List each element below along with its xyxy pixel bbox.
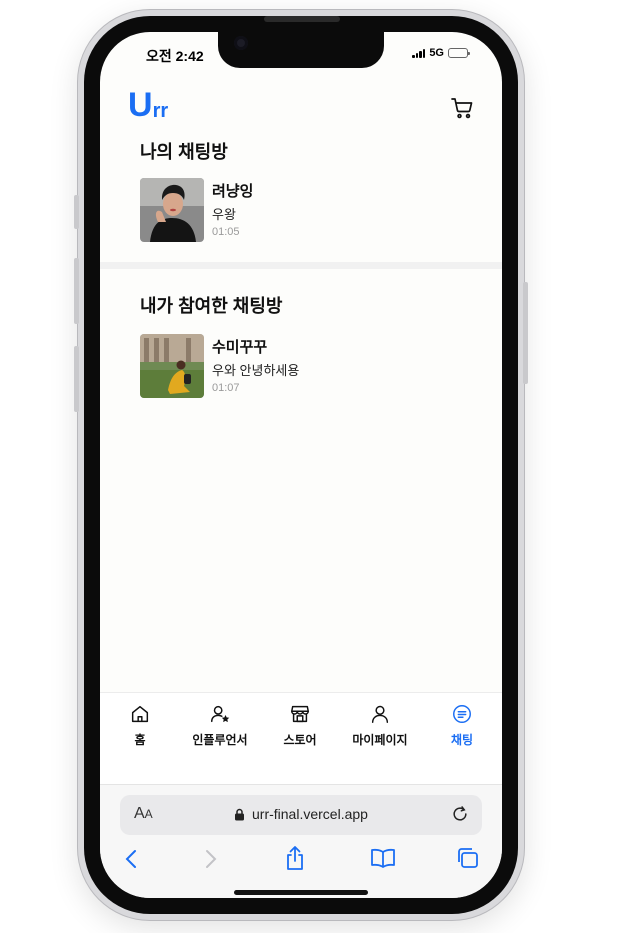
address-bar[interactable]: AA urr-final.vercel.app [120, 795, 482, 835]
tab-label: 채팅 [450, 733, 474, 747]
tab-store[interactable]: 스토어 [260, 703, 340, 748]
home-indicator[interactable] [234, 890, 368, 895]
chat-avatar [140, 334, 204, 398]
chat-icon [453, 705, 471, 723]
chat-room-name: 수미꾸꾸 [212, 339, 268, 356]
status-time: 오전 2:42 [146, 48, 204, 64]
tab-chat[interactable]: 채팅 [422, 703, 502, 748]
bottom-tab-bar: 홈 인플루언서 스토어 마이페이지 채팅 [100, 692, 502, 785]
home-icon [131, 705, 149, 723]
tabs-icon[interactable] [456, 847, 480, 869]
app-logo[interactable]: U rr [128, 86, 169, 124]
chat-room-item[interactable]: 수미꾸꾸 우와 안녕하세용 01:07 [140, 334, 460, 400]
share-icon[interactable] [284, 845, 306, 871]
tab-label: 스토어 [283, 733, 317, 747]
forward-icon[interactable] [200, 847, 220, 871]
influencer-icon [211, 705, 230, 723]
speaker-grille [264, 16, 340, 22]
chat-last-message: 우왕 [212, 207, 236, 222]
store-icon [291, 705, 309, 723]
tab-influencer[interactable]: 인플루언서 [180, 703, 260, 748]
camera-icon [234, 36, 248, 50]
signal-icon [412, 48, 426, 58]
tab-label: 마이페이지 [352, 733, 408, 747]
mute-switch [74, 195, 79, 229]
tab-mypage[interactable]: 마이페이지 [340, 703, 420, 748]
chat-room-name: 려냥잉 [212, 183, 254, 200]
reload-icon[interactable] [450, 804, 470, 824]
tab-label: 인플루언서 [192, 733, 248, 747]
tab-label: 홈 [134, 733, 146, 747]
browser-toolbar: AA urr-final.vercel.app [100, 784, 502, 898]
cart-icon[interactable] [450, 96, 474, 120]
logo-suffix: rr [152, 100, 169, 122]
back-icon[interactable] [122, 847, 142, 871]
text-size-button[interactable]: AA [134, 805, 153, 823]
logo-letter: U [128, 86, 153, 124]
chat-room-item[interactable]: 려냥잉 우왕 01:05 [140, 178, 460, 244]
volume-down-button [74, 346, 79, 412]
url-text: urr-final.vercel.app [252, 806, 368, 822]
chat-time: 01:05 [212, 226, 240, 238]
bookmarks-icon[interactable] [370, 847, 396, 869]
person-icon [371, 705, 389, 723]
joined-chats-title: 내가 참여한 채팅방 [140, 296, 283, 316]
section-divider [100, 262, 502, 269]
my-chats-title: 나의 채팅방 [140, 142, 228, 162]
volume-up-button [74, 258, 79, 324]
battery-icon [448, 48, 470, 58]
screen: 오전 2:42 5G U rr 나의 채팅방 려냥잉 우왕 01:05 내가 참… [100, 32, 502, 898]
status-indicators: 5G [412, 47, 470, 59]
chat-last-message: 우와 안녕하세용 [212, 363, 300, 378]
chat-time: 01:07 [212, 382, 240, 394]
power-button [523, 282, 528, 384]
tab-home[interactable]: 홈 [100, 703, 180, 748]
network-label: 5G [429, 47, 444, 59]
lock-icon [235, 808, 244, 821]
chat-avatar [140, 178, 204, 242]
